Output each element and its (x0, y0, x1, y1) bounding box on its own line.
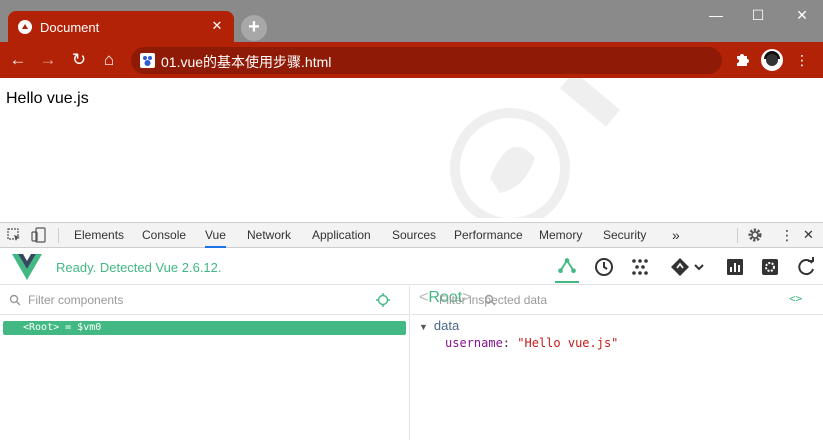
divider (737, 228, 738, 243)
filter-inspected-data-input[interactable] (439, 291, 739, 309)
devtools-tab-bar: Elements Console Vue Network Application… (0, 222, 823, 248)
inspector-header: <Root> <> (411, 286, 823, 315)
tab-performance[interactable]: Performance (454, 223, 523, 248)
site-favicon-icon (18, 20, 32, 34)
browser-titlebar: Document ✕ + — ☐ ✕ (0, 0, 823, 42)
devtools-menu-icon[interactable]: ⋮ (780, 223, 794, 248)
close-window-button[interactable]: ✕ (787, 5, 817, 25)
tab-security[interactable]: Security (603, 223, 646, 248)
vue-devtools-header: Ready. Detected Vue 2.6.12. (0, 248, 823, 285)
devtools-close-icon[interactable]: ✕ (803, 223, 814, 248)
open-in-editor-icon[interactable]: <> (789, 292, 802, 305)
address-bar[interactable]: 01.vue的基本使用步骤.html (131, 47, 722, 74)
settings-icon[interactable] (758, 255, 782, 279)
inspector-pane: <Root> <> ▼data username: "Hello vue.js" (411, 286, 823, 440)
performance-chart-icon[interactable] (723, 255, 747, 279)
tab-title: Document (40, 20, 100, 35)
browser-tab-document[interactable]: Document ✕ (8, 11, 234, 42)
maximize-button[interactable]: ☐ (743, 5, 773, 25)
search-icon (9, 294, 21, 306)
reload-button[interactable]: ↻ (67, 48, 91, 72)
data-field-row[interactable]: username: "Hello vue.js" (445, 336, 618, 350)
data-section-header[interactable]: ▼ data (419, 318, 459, 333)
tab-console[interactable]: Console (142, 223, 186, 248)
profile-avatar[interactable] (761, 49, 783, 71)
components-tree-icon[interactable] (555, 253, 579, 283)
components-pane: <Root> = $vm0 (0, 286, 410, 440)
tab-elements[interactable]: Elements (74, 223, 124, 248)
filter-components-input[interactable] (28, 291, 328, 309)
page-hello-text: Hello vue.js (6, 90, 89, 107)
vuex-icon[interactable] (628, 255, 652, 279)
data-field-key: username (445, 336, 503, 350)
tab-sources[interactable]: Sources (392, 223, 436, 248)
browser-menu-icon[interactable]: ⋮ (793, 51, 811, 69)
vue-status-text: Ready. Detected Vue 2.6.12. (56, 260, 222, 275)
tab-close-icon[interactable]: ✕ (208, 17, 226, 35)
settings-gear-icon[interactable] (747, 227, 763, 243)
watermark-logo (450, 78, 621, 218)
minimize-button[interactable]: — (701, 5, 731, 25)
inspect-element-icon[interactable] (6, 227, 22, 243)
routing-dropdown-icon[interactable] (668, 255, 708, 279)
file-icon (140, 53, 155, 68)
history-icon[interactable] (592, 255, 616, 279)
tab-network[interactable]: Network (247, 223, 291, 248)
device-toolbar-icon[interactable] (31, 227, 47, 243)
back-button[interactable]: ← (6, 48, 30, 72)
collapse-arrow-icon: ▼ (419, 322, 428, 332)
url-text: 01.vue的基本使用步骤.html (161, 54, 332, 70)
tab-memory[interactable]: Memory (539, 223, 582, 248)
data-field-value: "Hello vue.js" (517, 336, 619, 350)
components-filter-bar (0, 286, 409, 315)
page-viewport: Hello vue.js (0, 78, 823, 222)
select-component-target-icon[interactable] (376, 293, 390, 307)
browser-toolbar: ← → ↻ ⌂ 01.vue的基本使用步骤.html ⋮ (0, 42, 823, 78)
new-tab-button[interactable]: + (241, 15, 267, 41)
vue-logo-icon (12, 254, 42, 280)
home-button[interactable]: ⌂ (97, 48, 121, 72)
tab-application[interactable]: Application (312, 223, 371, 248)
component-tree-row-root[interactable]: <Root> = $vm0 (3, 321, 406, 335)
more-tabs-icon[interactable]: » (672, 223, 680, 248)
puzzle-icon[interactable] (733, 51, 751, 69)
refresh-icon[interactable] (794, 255, 818, 279)
divider (58, 228, 59, 243)
forward-button[interactable]: → (36, 48, 60, 72)
tab-vue[interactable]: Vue (205, 223, 226, 248)
